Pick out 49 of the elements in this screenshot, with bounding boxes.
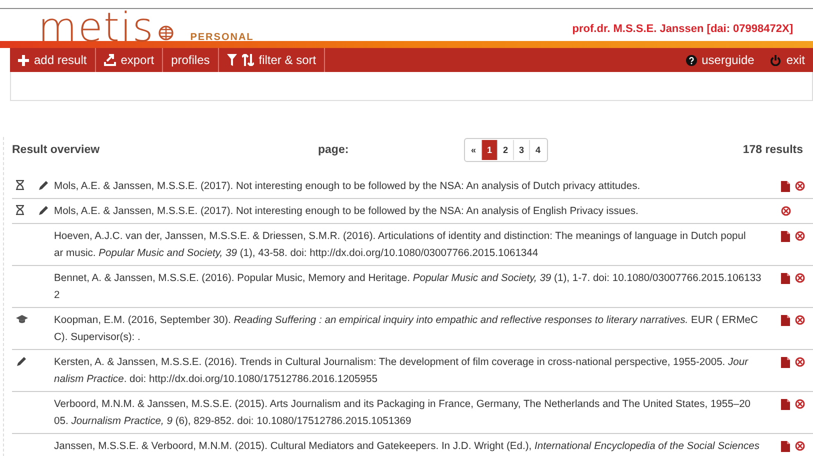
- globe-icon: [158, 25, 174, 41]
- result-count: 178 results: [742, 144, 803, 156]
- delete-icon[interactable]: [795, 441, 805, 451]
- section-title: Result overview: [12, 144, 101, 156]
- user-name: prof.dr. M.S.S.E. Janssen [dai: 07998472X]: [572, 23, 793, 35]
- export-icon: [104, 54, 116, 66]
- toolbar-button[interactable]: filter & sort: [218, 48, 326, 72]
- result-citation: Mols, A.E. & Janssen, M.S.S.E. (2017). Not interesting enough to be followed by the NSA: An analysis of English Privacy issues.: [53, 205, 640, 219]
- result-citation: Koopman, E.M. (2016, September 30). Reading Suffering : an empirical inquiry into empathic and reflective responses to literary narratives. EUR ( ERMeC C). Supervisor(s): .: [53, 314, 759, 345]
- result-citation: Mols, A.E. & Janssen, M.S.S.E. (2017). Not interesting enough to be followed by the NSA: An analysis of Dutch privacy attitudes.: [53, 180, 642, 194]
- delete-icon[interactable]: [795, 399, 805, 409]
- toolbar-button[interactable]: userguide: [678, 48, 762, 72]
- delete-icon[interactable]: [781, 206, 791, 216]
- edition-label: PERSONAL: [190, 32, 254, 43]
- hourglass-icon[interactable]: [16, 205, 24, 215]
- toolbar-button[interactable]: profiles: [163, 48, 219, 72]
- result-citation: Hoeven, A.J.C. van der, Janssen, M.S.S.E. & Driessen, S.M.R. (2016). Articulations of identity and distinction: The meanings of language in Dutch popul ar music. Popular Music and Society, 39 (1), 43-58. doi: http://dx.doi.org/10.1080/03007766.2015.1061344: [53, 230, 747, 261]
- delete-icon[interactable]: [795, 273, 805, 283]
- power-icon: [770, 54, 782, 66]
- document-icon[interactable]: [781, 399, 790, 410]
- result-citation: Kersten, A. & Janssen, M.S.S.E. (2016). Trends in Cultural Journalism: The development of film coverage in cross-national perspective, 1955-2005. Jour nalism Practice. doi: http://dx.doi.org/10.1080/17512786.2016.1205955: [53, 356, 750, 387]
- toolbar-button[interactable]: add result: [10, 48, 96, 72]
- plus-icon: [18, 54, 29, 66]
- document-icon[interactable]: [781, 441, 790, 452]
- delete-icon[interactable]: [795, 357, 805, 367]
- toolbar-button[interactable]: exit: [762, 48, 813, 72]
- document-icon[interactable]: [781, 357, 790, 368]
- result-citation: Verboord, M.N.M. & Janssen, M.S.S.E. (2015). Arts Journalism and its Packaging in France, Germany, The Netherlands and The United States, 1955–20 05. Journalism Practice, 9 (6), 829-852. doi: 10.1080/17512786.2015.1051369: [53, 398, 752, 429]
- logo-text: metis: [38, 12, 154, 44]
- page-label: page:: [318, 144, 350, 156]
- delete-icon[interactable]: [795, 181, 805, 191]
- page-button[interactable]: 1: [482, 140, 498, 160]
- delete-icon[interactable]: [795, 315, 805, 325]
- sort-icon: [242, 54, 254, 66]
- document-icon[interactable]: [781, 273, 790, 284]
- document-icon[interactable]: [781, 315, 790, 326]
- document-icon[interactable]: [781, 181, 790, 192]
- pencil-icon[interactable]: [16, 356, 27, 367]
- help-icon: [686, 54, 697, 66]
- pencil-icon[interactable]: [38, 205, 49, 216]
- result-citation: Bennet, A. & Janssen, M.S.S.E. (2016). Popular Music, Memory and Heritage. Popular Music and Society, 39 (1), 1-7. doi: 10.1080/03007766.2015.106133 2: [53, 272, 762, 303]
- delete-icon[interactable]: [795, 231, 805, 241]
- hourglass-icon[interactable]: [16, 180, 24, 190]
- document-icon[interactable]: [781, 231, 790, 242]
- pencil-icon[interactable]: [38, 180, 49, 191]
- filter-icon: [226, 54, 237, 66]
- result-citation: Janssen, M.S.S.E. & Verboord, M.N.M. (2015). Cultural Mediators and Gatekeepers. In J.D. Wright (Ed.), International Encyclopedia of the Social Sciences: [53, 440, 760, 454]
- graduation-cap-icon[interactable]: [16, 314, 28, 324]
- toolbar-button[interactable]: export: [96, 48, 164, 72]
